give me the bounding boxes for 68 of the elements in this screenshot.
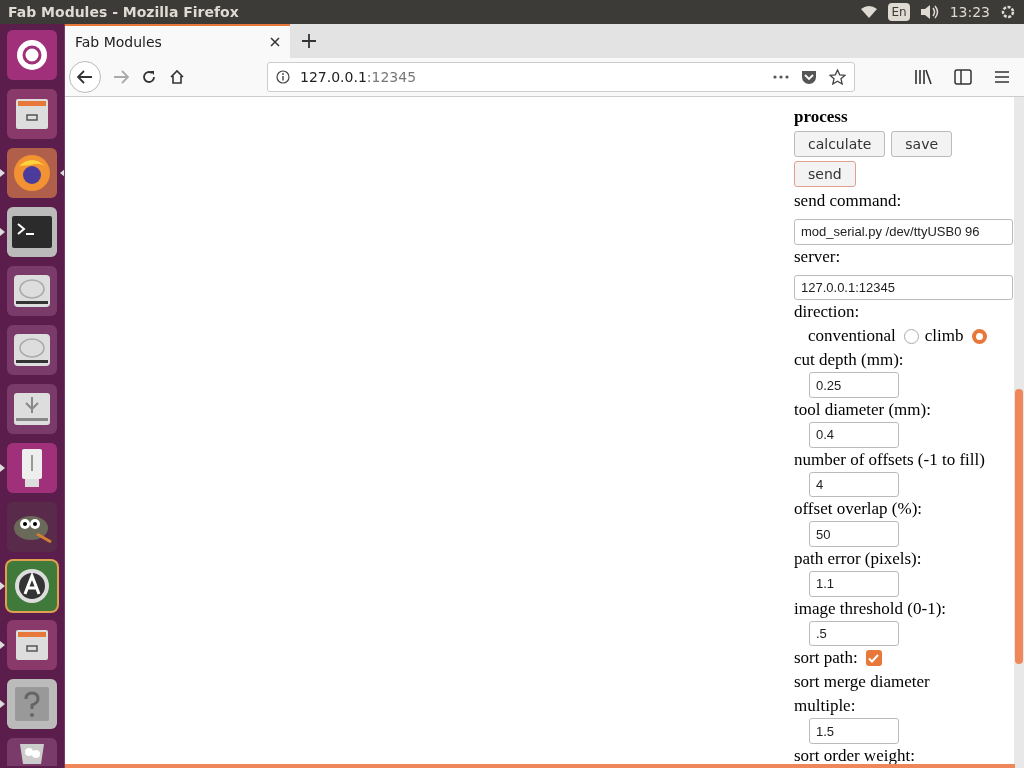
keyboard-layout[interactable]: En <box>888 3 910 21</box>
file-cabinet-icon[interactable] <box>7 89 57 139</box>
action-button[interactable]: send <box>794 161 856 187</box>
field-label: server: <box>794 245 841 268</box>
scrollbar-thumb[interactable] <box>1015 389 1023 664</box>
field-label: tool diameter (mm): <box>794 399 931 421</box>
field-label: image threshold (0-1): <box>794 597 946 620</box>
number-input-field[interactable]: 1.1 <box>809 571 899 597</box>
library-icon[interactable] <box>914 69 932 85</box>
star-icon[interactable] <box>829 69 846 85</box>
mascot-icon[interactable] <box>7 502 57 552</box>
help-icon[interactable] <box>7 679 57 729</box>
radio-label: climb <box>924 325 964 348</box>
pocket-icon[interactable] <box>801 69 817 85</box>
terminal-icon[interactable] <box>7 207 57 257</box>
field-label: sort order weight: <box>794 745 915 768</box>
field-label: offset overlap (%): <box>794 498 923 521</box>
usb-drive-icon[interactable] <box>7 384 57 434</box>
field-label: path error (pixels): <box>794 548 922 571</box>
number-input-field[interactable]: 1.5 <box>809 718 899 745</box>
reload-icon[interactable] <box>141 69 157 85</box>
back-button[interactable] <box>69 61 101 93</box>
text-input-field[interactable]: mod_serial.py /dev/ttyUSB0 96 <box>794 219 1013 245</box>
field-label: sort path: <box>794 647 858 670</box>
clock[interactable]: 13:23 <box>949 1 990 23</box>
dash-icon[interactable] <box>7 30 57 80</box>
software-updater-icon[interactable] <box>7 561 57 611</box>
trash-icon[interactable] <box>7 738 57 766</box>
number-input-field[interactable]: 0.4 <box>809 422 899 448</box>
volume-icon[interactable] <box>919 5 940 19</box>
hard-drive-icon[interactable] <box>7 266 57 316</box>
radio-label: conventional <box>808 325 896 348</box>
home-icon[interactable] <box>169 69 185 85</box>
radio-button[interactable] <box>971 328 987 344</box>
text-input-field[interactable]: 127.0.0.1:12345 <box>794 274 1013 301</box>
window-title: Fab Modules - Mozilla Firefox <box>8 2 239 22</box>
number-input-field[interactable]: .5 <box>809 620 899 647</box>
usb-stick-icon[interactable] <box>7 443 57 493</box>
sidebar-icon[interactable] <box>954 69 972 85</box>
horizontal-scrollbar[interactable] <box>65 764 1015 768</box>
action-button[interactable]: calculate <box>794 131 886 157</box>
checkbox[interactable] <box>865 650 882 667</box>
field-label: send command: <box>794 190 902 212</box>
number-input-field[interactable]: 50 <box>809 521 899 548</box>
action-button[interactable]: save <box>891 131 953 157</box>
hard-drive-icon[interactable] <box>7 325 57 375</box>
file-cabinet-icon[interactable] <box>7 620 57 670</box>
vertical-scrollbar[interactable] <box>1014 97 1024 768</box>
section-heading: process <box>794 106 848 128</box>
field-label: number of offsets (-1 to fill) <box>794 448 985 471</box>
more-dots-icon[interactable] <box>773 75 789 79</box>
field-label: direction: <box>794 301 860 324</box>
menu-icon[interactable] <box>994 70 1010 84</box>
power-gear-icon[interactable] <box>1000 4 1016 20</box>
browser-icon[interactable] <box>7 148 57 198</box>
address-bar[interactable]: 127.0.0.1:12345 <box>267 62 855 92</box>
new-tab-icon[interactable] <box>302 34 316 48</box>
back-arrow-icon <box>77 70 93 84</box>
info-icon[interactable] <box>276 70 290 84</box>
url-text: 127.0.0.1:12345 <box>300 67 417 87</box>
number-input-field[interactable]: 4 <box>809 471 899 498</box>
wifi-icon[interactable] <box>860 5 879 19</box>
browser-tab[interactable]: Fab Modules <box>65 24 290 58</box>
close-icon[interactable] <box>270 37 280 47</box>
number-input-field[interactable]: 0.25 <box>809 372 899 398</box>
field-label: sort merge diameter multiple: <box>794 671 931 718</box>
field-label: cut depth (mm): <box>794 349 904 372</box>
radio-button[interactable] <box>903 328 919 344</box>
